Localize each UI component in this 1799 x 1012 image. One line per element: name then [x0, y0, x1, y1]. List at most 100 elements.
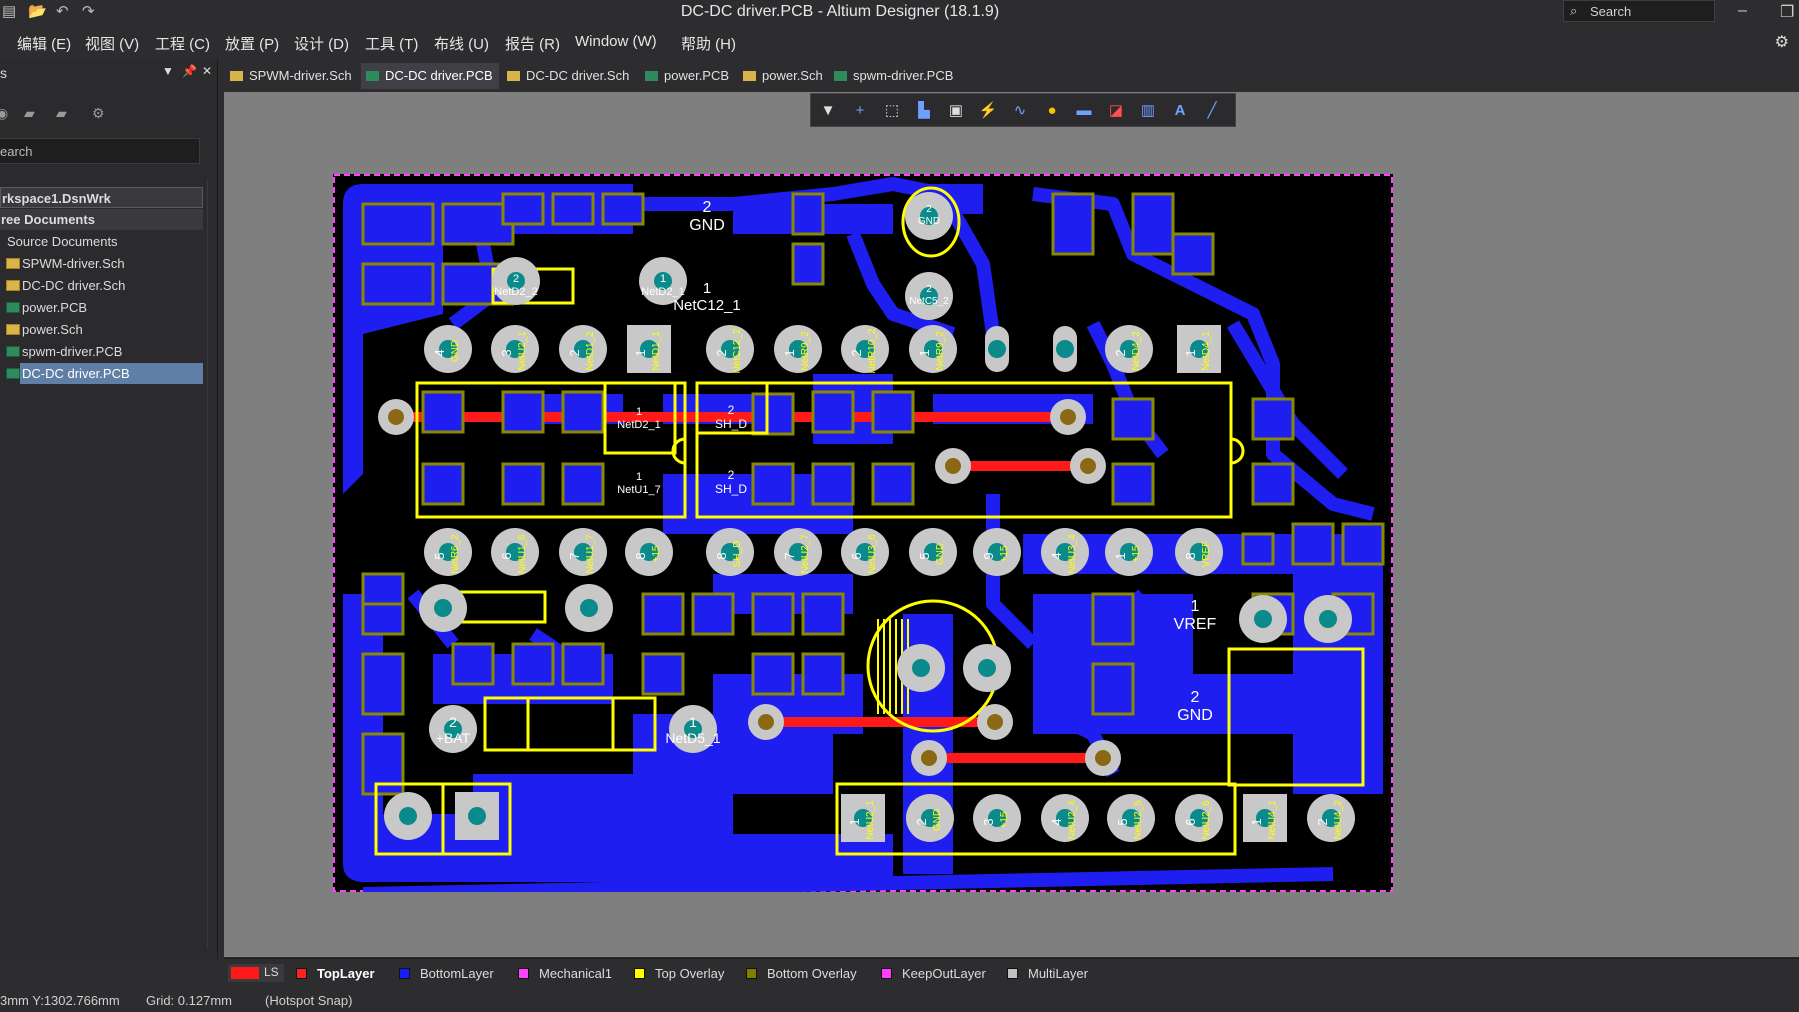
smd-pad — [691, 592, 735, 636]
layer-tabs-bar: LS TopLayer BottomLayer Mechanical1 Top … — [224, 958, 1799, 986]
pad-hole — [468, 807, 486, 825]
global-search-input[interactable]: ⌕ Search — [1563, 0, 1715, 22]
layer-color-swatch — [399, 968, 410, 979]
tab-power-sch[interactable]: power.Sch — [738, 63, 829, 89]
menu-edit[interactable]: 编辑 (E) — [17, 33, 71, 54]
board-label-sh_d_1: 2 — [728, 403, 735, 417]
smd-pad — [1251, 462, 1295, 506]
dimension-icon[interactable]: ▥ — [1137, 100, 1159, 122]
menu-reports[interactable]: 报告 (R) — [505, 33, 560, 54]
panel-close-icon[interactable]: ✕ — [202, 64, 212, 78]
panel-menu-chevron-icon[interactable]: ▼ — [162, 64, 174, 78]
align-icon[interactable]: ▙ — [913, 100, 935, 122]
smd-pad — [1091, 662, 1135, 716]
pad-net-label: NetU2_4 — [1067, 800, 1078, 840]
crosshair-icon[interactable]: + — [849, 100, 871, 122]
layer-color-swatch — [746, 968, 757, 979]
projects-panel: s ▼ 📌 ✕ ◉ ▰ ▰ ⚙ earch rkspace1.DsnWrk re… — [0, 59, 218, 959]
layer-tab-multilayer[interactable]: MultiLayer — [1007, 966, 1088, 981]
pad-net-label: 2 — [1315, 818, 1330, 825]
restore-button[interactable]: ❐ — [1780, 2, 1794, 22]
tree-item-power-sch[interactable]: power.Sch — [0, 319, 203, 340]
tree-item-workspace[interactable]: rkspace1.DsnWrk — [0, 187, 203, 208]
tree-item-spwm-driver-sch[interactable]: SPWM-driver.Sch — [0, 253, 203, 274]
menu-design[interactable]: 设计 (D) — [294, 33, 349, 54]
panel-scrollbar[interactable] — [207, 179, 217, 949]
menu-project[interactable]: 工程 (C) — [155, 33, 210, 54]
line-icon[interactable]: ╱ — [1201, 100, 1223, 122]
keepout-icon[interactable]: ◪ — [1105, 100, 1127, 122]
pad-hole — [434, 599, 452, 617]
menu-place[interactable]: 放置 (P) — [225, 33, 279, 54]
menu-file-partial[interactable]: ) — [0, 33, 1, 50]
route-icon[interactable]: ⚡ — [977, 100, 999, 122]
layer-tab-toplayer[interactable]: TopLayer — [296, 966, 375, 981]
pad-net-label: 8 — [633, 552, 648, 559]
tree-item-dcdc-driver-sch[interactable]: DC-DC driver.Sch — [0, 275, 203, 296]
smd-pad — [801, 652, 845, 696]
pcb-board[interactable]: 4 GND 3 NetU2_1 2 NetD1_2 1 NetD1_1 2 NetC12_2 1 Ne… — [333, 174, 1393, 892]
smd-pad — [751, 592, 795, 636]
pad-net-label: 1 — [847, 818, 862, 825]
pad-hole — [978, 659, 996, 677]
pad-net-label: VREF — [1201, 541, 1212, 568]
menu-window[interactable]: Window (W) — [575, 33, 657, 50]
board-label-netd5: NetD5_1 — [665, 730, 720, 746]
filter-icon[interactable]: ▼ — [817, 100, 839, 122]
menu-help[interactable]: 帮助 (H) — [681, 33, 736, 54]
tab-spwm-driver-pcb[interactable]: spwm-driver.PCB — [829, 63, 959, 89]
layer-tab-keepoutlayer[interactable]: KeepOutLayer — [881, 966, 986, 981]
schematic-file-icon — [743, 71, 756, 81]
panel-pin-icon[interactable]: 📌 — [182, 64, 197, 78]
tree-item-dcdc-driver-pcb[interactable]: DC-DC driver.PCB — [20, 363, 203, 384]
board-label-sh_d_1: SH_D — [715, 417, 747, 431]
tab-power-pcb[interactable]: power.PCB — [640, 63, 735, 89]
smd-pad — [751, 652, 795, 696]
smd-pad — [871, 390, 915, 434]
project-search-input[interactable]: earch — [0, 138, 200, 164]
pad-net-label: NetR10_2 — [867, 328, 878, 373]
tab-dcdc-driver-sch[interactable]: DC-DC driver.Sch — [502, 63, 635, 89]
menu-view[interactable]: 视图 (V) — [85, 33, 139, 54]
minimize-button[interactable]: – — [1738, 2, 1747, 20]
smd-pad — [501, 462, 545, 506]
panel-gear-icon[interactable]: ⚙ — [92, 105, 105, 122]
tree-item-power-pcb[interactable]: power.PCB — [0, 297, 203, 318]
component-icon[interactable]: ▣ — [945, 100, 967, 122]
smd-pad — [1241, 532, 1275, 566]
polygon-icon[interactable]: ▬ — [1073, 100, 1095, 122]
settings-gear-icon[interactable]: ⚙ — [1775, 32, 1789, 52]
menu-tools[interactable]: 工具 (T) — [365, 33, 418, 54]
menu-route[interactable]: 布线 (U) — [434, 33, 489, 54]
pcb-file-icon — [834, 71, 847, 81]
tree-item-source-documents[interactable]: Source Documents — [0, 231, 203, 252]
layer-tab-bottomlayer[interactable]: BottomLayer — [399, 966, 494, 981]
pad-net-label: NetU3_6 — [867, 534, 878, 574]
interactive-length-icon[interactable]: ∿ — [1009, 100, 1031, 122]
panel-tool-icon-1[interactable]: ◉ — [0, 105, 8, 122]
pad-net-label: GND — [935, 543, 946, 565]
layer-tab-top-overlay[interactable]: Top Overlay — [634, 966, 724, 981]
smd-pad — [751, 462, 795, 506]
select-rect-icon[interactable]: ⬚ — [881, 100, 903, 122]
layer-tab-mechanical1[interactable]: Mechanical1 — [518, 966, 612, 981]
tree-item-spwm-driver-pcb[interactable]: spwm-driver.PCB — [0, 341, 203, 362]
tree-item-free-documents[interactable]: ree Documents — [0, 209, 203, 230]
text-icon[interactable]: A — [1169, 100, 1191, 122]
board-label-netd5: 1 — [689, 714, 697, 730]
pad-net-label: NetD1_1 — [651, 331, 662, 371]
pad-net-label: 9 — [981, 552, 996, 559]
pad-net-label: 6 — [1183, 818, 1198, 825]
tab-dcdc-driver-pcb[interactable]: DC-DC driver.PCB — [361, 63, 499, 89]
layer-tab-bottom-overlay[interactable]: Bottom Overlay — [746, 966, 857, 981]
pad-net-label: 2 — [567, 349, 582, 356]
panel-tool-icon-2[interactable]: ▰ — [24, 105, 35, 122]
tab-spwm-driver-sch[interactable]: SPWM-driver.Sch — [225, 63, 358, 89]
layer-set-button[interactable]: LS — [228, 964, 284, 982]
board-label-netc12: NetC12_1 — [673, 297, 741, 314]
smd-pad — [751, 392, 795, 436]
via-icon[interactable]: ● — [1041, 100, 1063, 122]
board-label-cap_top_net: NetC5_2 — [909, 296, 949, 307]
panel-tool-icon-3[interactable]: ▰ — [56, 105, 67, 122]
pad-net-label: NetU4_1 — [1267, 800, 1278, 840]
